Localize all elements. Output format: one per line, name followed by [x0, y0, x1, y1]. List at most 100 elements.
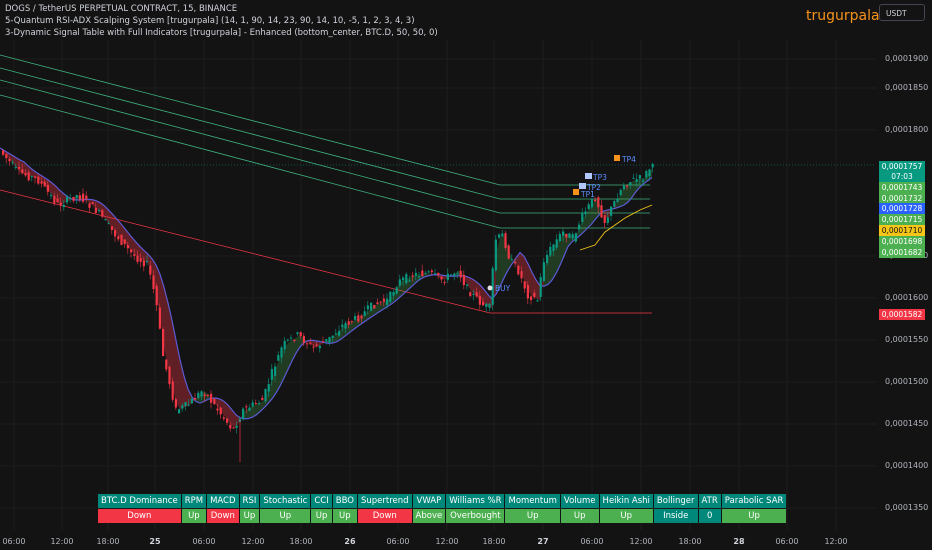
candle-body	[270, 369, 273, 380]
candle-body	[344, 323, 347, 329]
price-tick: 0,0001900	[885, 54, 929, 63]
symbol-title[interactable]: DOGS / TetherUS PERPETUAL CONTRACT, 15, …	[5, 4, 237, 14]
candle-body	[331, 335, 334, 338]
signal-value: Down	[357, 509, 412, 523]
candle-body	[501, 233, 504, 237]
candle-body	[584, 211, 587, 215]
signal-header: RSI	[239, 494, 260, 508]
candle-body	[610, 206, 613, 216]
slow-ma-line	[0, 147, 653, 420]
signal-value: Overbought	[446, 509, 505, 523]
candle-body	[334, 333, 337, 335]
candle-body	[315, 344, 318, 346]
price-badge: 0,0001710	[879, 225, 925, 236]
candle-body	[165, 359, 168, 370]
currency-selector[interactable]: USDT	[879, 4, 925, 21]
candle-body	[600, 205, 603, 218]
candle-body	[8, 158, 11, 162]
candle-body	[75, 195, 78, 198]
candle-body	[354, 316, 357, 320]
signal-header: Parabolic SAR	[721, 494, 787, 508]
price-chart[interactable]	[0, 0, 932, 550]
candle-body	[510, 259, 513, 261]
candle-body	[219, 407, 222, 415]
candle-body	[312, 346, 315, 348]
candle-body	[174, 399, 177, 408]
candle-body	[197, 392, 200, 399]
candle-body	[18, 167, 21, 169]
candle-body	[638, 175, 641, 179]
candle-body	[181, 405, 184, 409]
time-tick: 12:00	[629, 537, 653, 546]
candle-body	[149, 265, 152, 275]
brand-watermark: trugurpala	[806, 8, 880, 24]
candle-body	[261, 397, 264, 401]
candle-body	[443, 282, 446, 284]
signal-value: Up	[332, 509, 357, 523]
candle-body	[56, 198, 59, 203]
candle-body	[59, 202, 62, 206]
candle-body	[277, 354, 280, 361]
candle-body	[290, 337, 293, 339]
signal-header: Heikin Ashi	[599, 494, 653, 508]
price-tick: 0,0001600	[885, 293, 929, 302]
fan-line	[0, 54, 650, 186]
time-tick: 06:00	[2, 537, 26, 546]
candle-body	[37, 176, 40, 184]
candle-body	[347, 321, 350, 325]
candle-body	[91, 202, 94, 204]
candle-body	[392, 291, 395, 296]
candle-body	[206, 394, 209, 396]
signal-header: BBO	[332, 494, 357, 508]
candle-body	[453, 273, 456, 276]
candle-body	[328, 336, 331, 343]
candle-body	[597, 197, 600, 208]
candle-body	[523, 281, 526, 289]
candle-body	[274, 366, 277, 376]
candle-body	[155, 285, 158, 306]
candle-body	[43, 181, 46, 187]
candle-body	[376, 302, 379, 304]
candle-body	[402, 277, 405, 281]
candle-body	[360, 315, 363, 319]
candle-body	[574, 233, 577, 242]
candle-body	[469, 292, 472, 297]
candle-body	[85, 195, 88, 200]
candle-body	[542, 262, 545, 281]
candle-body	[309, 342, 312, 344]
candle-body	[296, 332, 299, 335]
candle-body	[222, 417, 225, 419]
candle-body	[571, 234, 574, 239]
signal-header: Volume	[560, 494, 599, 508]
candle-body	[546, 254, 549, 264]
candle-body	[306, 343, 309, 345]
candle-body	[606, 217, 609, 223]
candle-body	[587, 204, 590, 209]
tp3-icon	[585, 173, 592, 179]
candle-body	[50, 195, 53, 197]
indicator-legend-1[interactable]: 5-Quantum RSI-ADX Scalping System [trugu…	[5, 16, 415, 26]
candle-body	[565, 233, 568, 238]
time-tick: 18:00	[482, 537, 506, 546]
signal-value: Down	[98, 509, 181, 523]
candle-body	[526, 285, 529, 299]
candle-body	[520, 271, 523, 279]
indicator-legend-2[interactable]: 3-Dynamic Signal Table with Full Indicat…	[5, 28, 438, 38]
time-tick: 27	[537, 537, 549, 546]
candle-body	[440, 276, 443, 280]
signal-header: MACD	[207, 494, 239, 508]
candle-body	[126, 245, 129, 249]
time-tick: 06:00	[775, 537, 799, 546]
candle-body	[293, 339, 296, 341]
candle-body	[622, 185, 625, 190]
signal-value: Down	[207, 509, 239, 523]
candle-body	[482, 301, 485, 306]
price-tick: 0,0001800	[885, 125, 929, 134]
time-tick: 18:00	[678, 537, 702, 546]
candle-body	[411, 275, 414, 277]
candle-body	[142, 260, 145, 267]
candle-body	[245, 406, 248, 408]
signal-header: Supertrend	[357, 494, 412, 508]
candle-body	[82, 193, 85, 202]
candle-body	[302, 335, 305, 343]
